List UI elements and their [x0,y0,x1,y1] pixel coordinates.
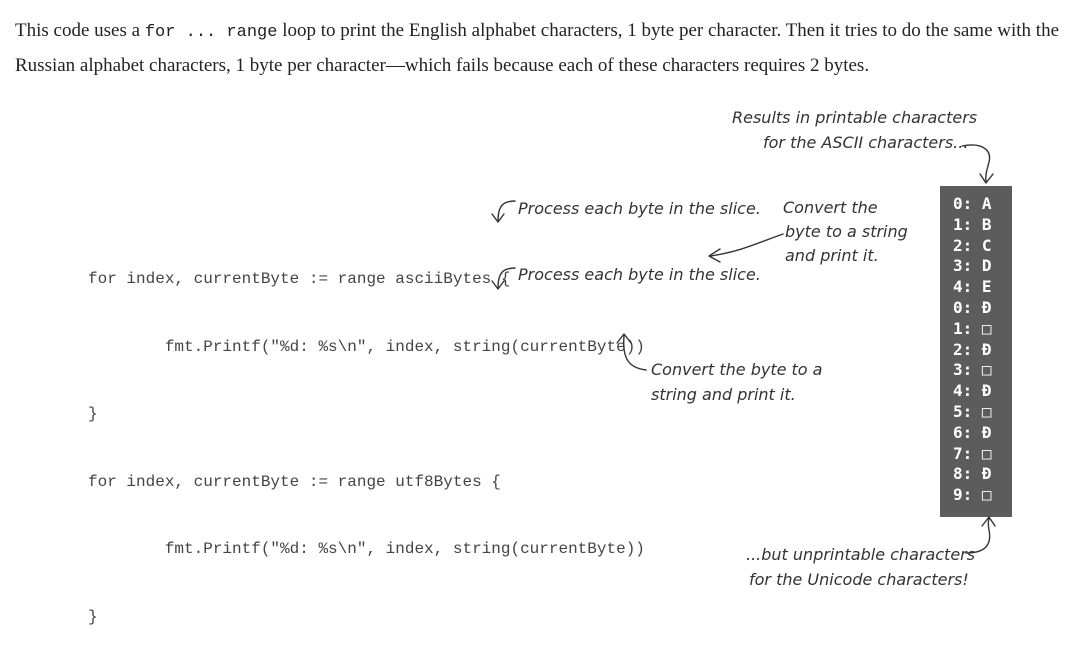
arrow-unprintable [965,517,991,554]
arrow-convert-bottom [623,335,647,371]
arrow-results [961,144,991,183]
annotation-arrows [491,144,996,554]
arrow-convert-top [709,233,784,257]
